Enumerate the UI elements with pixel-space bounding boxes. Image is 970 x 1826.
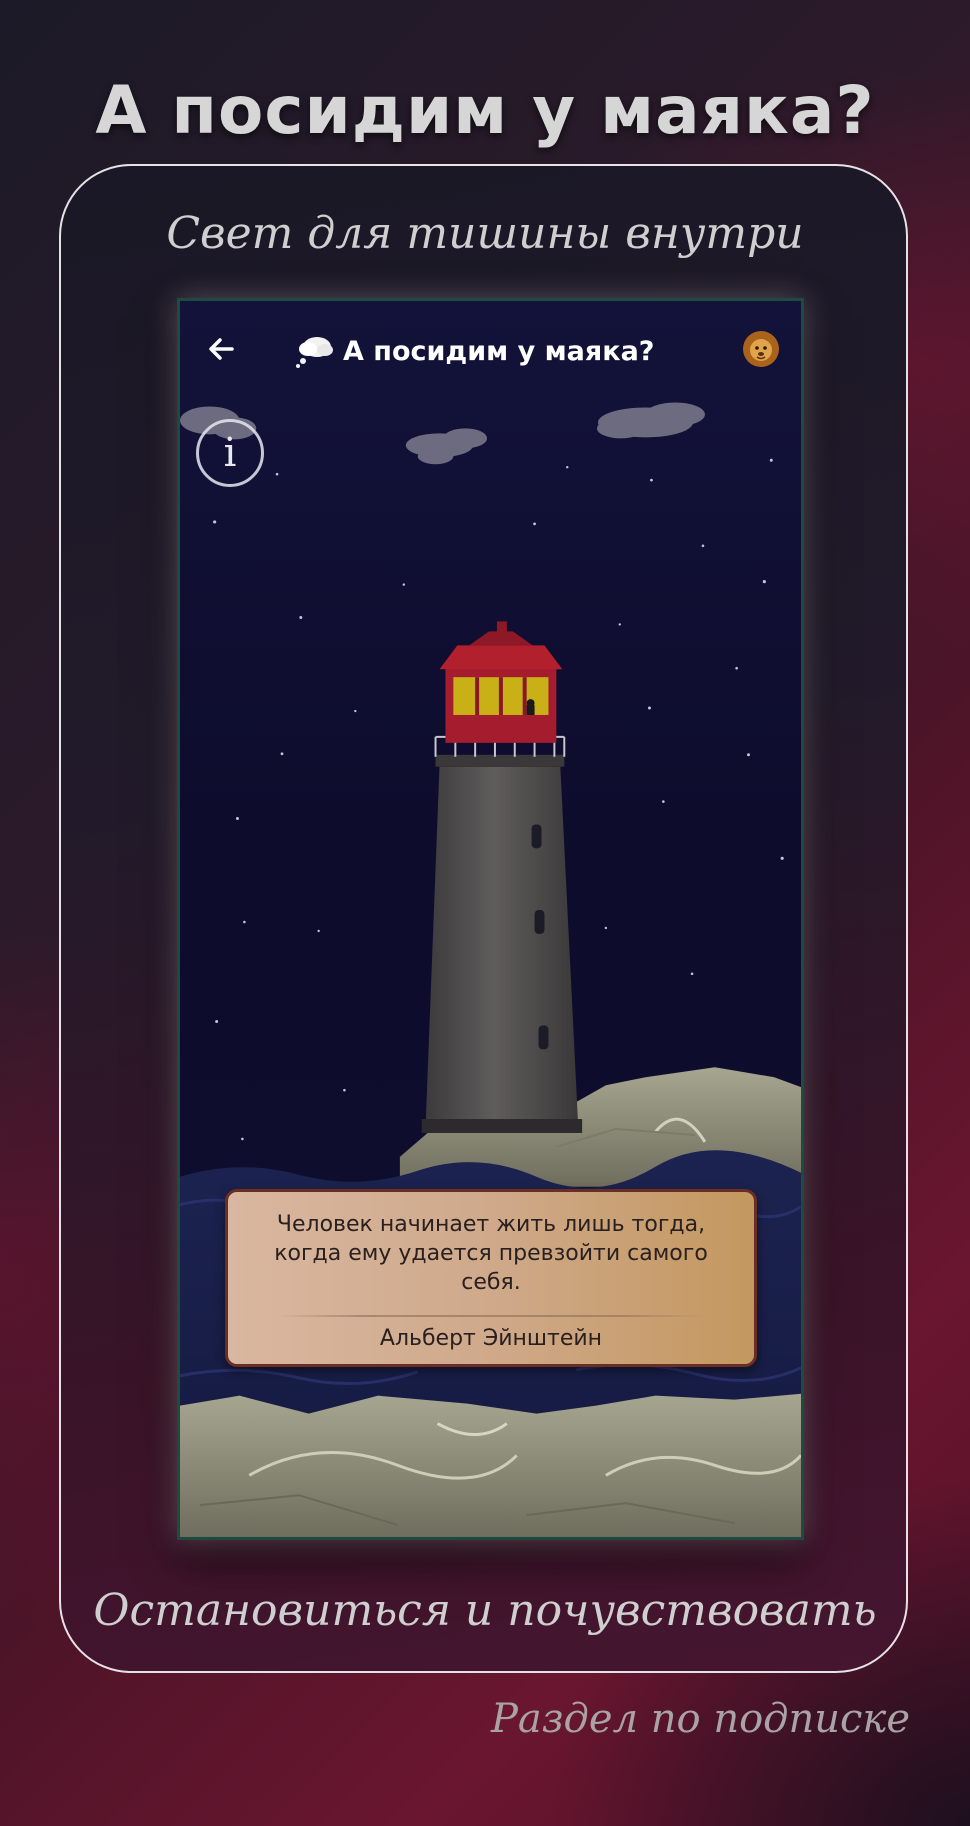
lion-icon: [743, 331, 779, 367]
lighthouse-tower: [425, 766, 579, 1125]
info-button[interactable]: i: [196, 419, 264, 487]
back-button[interactable]: [202, 329, 242, 369]
quote-text: Человек начинает жить лишь тогда, когда …: [274, 1212, 708, 1295]
page-title: А посидим у маяка?: [95, 72, 875, 149]
quote-divider: [278, 1315, 704, 1317]
tagline-bottom: Остановиться и почувствовать: [93, 1585, 877, 1636]
thought-bubble-icon: [296, 337, 333, 368]
app-bar: А посидим у маяка?: [180, 301, 801, 397]
arrow-left-icon: [209, 338, 234, 360]
profile-button[interactable]: [741, 329, 781, 369]
quote-author: Альберт Эйнштейн: [379, 1326, 603, 1351]
tagline-top: Свет для тишины внутри: [166, 208, 804, 259]
phone-screen: А посидим у маяка? i Человек начинает жи…: [177, 298, 804, 1540]
lantern-roof: [439, 645, 563, 670]
app-title: А посидим у маяка?: [295, 331, 654, 371]
subscription-note: Раздел по подписке: [490, 1696, 910, 1742]
quote-card: Человек начинает жить лишь тогда, когда …: [225, 1189, 757, 1367]
app-title-text: А посидим у маяка?: [343, 335, 655, 367]
